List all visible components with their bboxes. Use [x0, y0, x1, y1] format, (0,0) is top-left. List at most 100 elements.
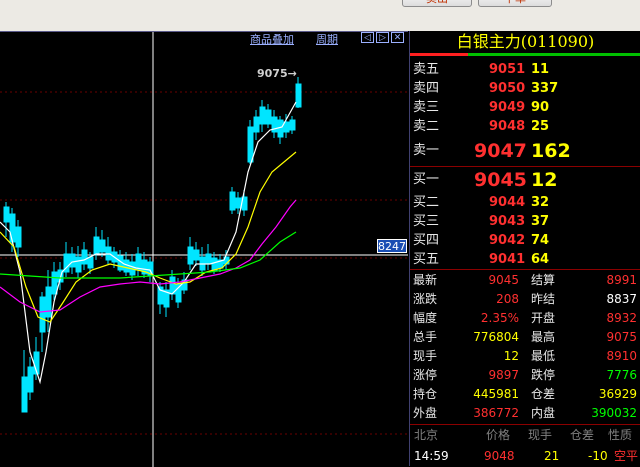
stat-value: 2.35%: [480, 311, 519, 325]
candle-body: [265, 109, 272, 125]
divider: [410, 166, 640, 167]
candle-body: [247, 126, 254, 163]
stat-label: 最新: [413, 273, 438, 287]
stat-value: 9897: [488, 368, 519, 382]
bid-label: 买二: [413, 195, 440, 210]
candle-body: [3, 206, 10, 223]
ask-volume: 90: [531, 100, 550, 115]
stat-value: 9045: [488, 273, 519, 287]
ask-volume: 337: [531, 81, 559, 96]
stat-label: 总手: [413, 330, 438, 344]
ask-label: 卖五: [413, 62, 440, 77]
bid-row[interactable]: 买三 9043 37: [413, 212, 640, 231]
candle-body: [253, 116, 260, 133]
contract-title: 白银主力(011090): [456, 32, 595, 51]
candle-body: [45, 286, 52, 318]
sell-button[interactable]: 卖出: [402, 0, 472, 7]
bid-row[interactable]: 买四 9042 74: [413, 231, 640, 250]
ask-row-best[interactable]: 卖一 9047 162: [413, 139, 640, 163]
bid-price: 9043: [489, 214, 526, 229]
window-top-strip: 卖出 下单: [0, 0, 640, 31]
bid-row[interactable]: 买五 9041 64: [413, 250, 640, 269]
bid-label: 买一: [413, 172, 440, 187]
stat-value: 390032: [591, 406, 637, 420]
ask-row[interactable]: 卖四 9050 337: [413, 79, 640, 98]
candle-body: [295, 83, 302, 108]
stat-label: 昨结: [531, 292, 556, 306]
candle-body: [283, 121, 290, 133]
stat-label: 跌停: [531, 368, 556, 382]
stat-label: 内盘: [531, 406, 556, 420]
webi-bar-buy: [468, 53, 640, 56]
bid-volume: 74: [531, 233, 550, 248]
ask-label: 卖二: [413, 119, 440, 134]
stat-row: 总手 776804 最高 9075: [413, 328, 640, 347]
bid-price: 9044: [489, 195, 526, 210]
ask-row[interactable]: 卖五 9051 11: [413, 60, 640, 79]
tick-col-vol: 现手: [528, 428, 553, 442]
bid-volume: 37: [531, 214, 550, 229]
tick-col-diff: 仓差: [570, 428, 595, 442]
stat-row: 外盘 386772 内盘 390032: [413, 404, 640, 423]
candle-body: [235, 197, 242, 209]
candle-body: [87, 256, 94, 269]
bid-label: 买四: [413, 233, 440, 248]
candle-body: [277, 119, 284, 138]
kline-chart[interactable]: [0, 31, 408, 467]
bid-label: 买五: [413, 252, 440, 267]
ask-price: 9047: [474, 140, 527, 162]
stat-value: 8910: [606, 349, 637, 363]
stat-label: 最高: [531, 330, 556, 344]
ask-row[interactable]: 卖三 9049 90: [413, 98, 640, 117]
stat-label: 持仓: [413, 387, 438, 401]
stat-row: 幅度 2.35% 开盘 8932: [413, 309, 640, 328]
buy-button[interactable]: 下单: [478, 0, 552, 7]
crosshair-price-tag: 8247: [377, 239, 407, 253]
bid-price: 9042: [489, 233, 526, 248]
bid-label: 买三: [413, 214, 440, 229]
candle-body: [69, 253, 76, 268]
ask-label: 卖三: [413, 100, 440, 115]
stat-value: 8837: [606, 292, 637, 306]
stat-value: 9075: [606, 330, 637, 344]
stat-label: 外盘: [413, 406, 438, 420]
tick-nature: 空平: [614, 449, 639, 463]
tick-col-time: 北京: [414, 428, 439, 442]
ask-price: 9051: [489, 62, 526, 77]
candle-body: [93, 236, 100, 255]
tick-row[interactable]: 14:59 9048 21 -10 空平: [410, 446, 640, 466]
stat-value: 7776: [606, 368, 637, 382]
stat-value: 36929: [598, 387, 637, 401]
ask-volume: 162: [531, 140, 571, 162]
candle-body: [81, 249, 88, 265]
peak-price-label: 9075→: [257, 67, 297, 80]
candle-body: [99, 239, 106, 253]
prev-icon[interactable]: ◁: [361, 32, 374, 43]
candle-body: [27, 366, 34, 393]
bid-price: 9045: [474, 169, 527, 191]
tick-price: 9048: [484, 449, 515, 463]
goods-overlay-link[interactable]: 商品叠加: [250, 31, 294, 47]
stat-label: 仓差: [531, 387, 556, 401]
ask-label: 卖一: [413, 143, 440, 158]
candle-body: [75, 256, 82, 273]
ask-volume: 25: [531, 119, 550, 134]
kline-canvas[interactable]: [0, 32, 408, 467]
ask-price: 9049: [489, 100, 526, 115]
stat-row: 持仓 445981 仓差 36929: [413, 385, 640, 404]
stat-value: 776804: [473, 330, 519, 344]
period-link[interactable]: 周期: [316, 31, 338, 47]
close-icon[interactable]: ✕: [391, 32, 404, 43]
bid-row-best[interactable]: 买一 9045 12: [413, 168, 640, 192]
stat-label: 涨跌: [413, 292, 438, 306]
stat-label: 最低: [531, 349, 556, 363]
stat-row: 现手 12 最低 8910: [413, 347, 640, 366]
bid-row[interactable]: 买二 9044 32: [413, 193, 640, 212]
candle-body: [193, 249, 200, 261]
stat-value: 8932: [606, 311, 637, 325]
next-icon[interactable]: ▷: [376, 32, 389, 43]
stat-value: 386772: [473, 406, 519, 420]
ask-row[interactable]: 卖二 9048 25: [413, 117, 640, 136]
stat-row: 涨停 9897 跌停 7776: [413, 366, 640, 385]
tick-vol: 21: [544, 449, 560, 463]
